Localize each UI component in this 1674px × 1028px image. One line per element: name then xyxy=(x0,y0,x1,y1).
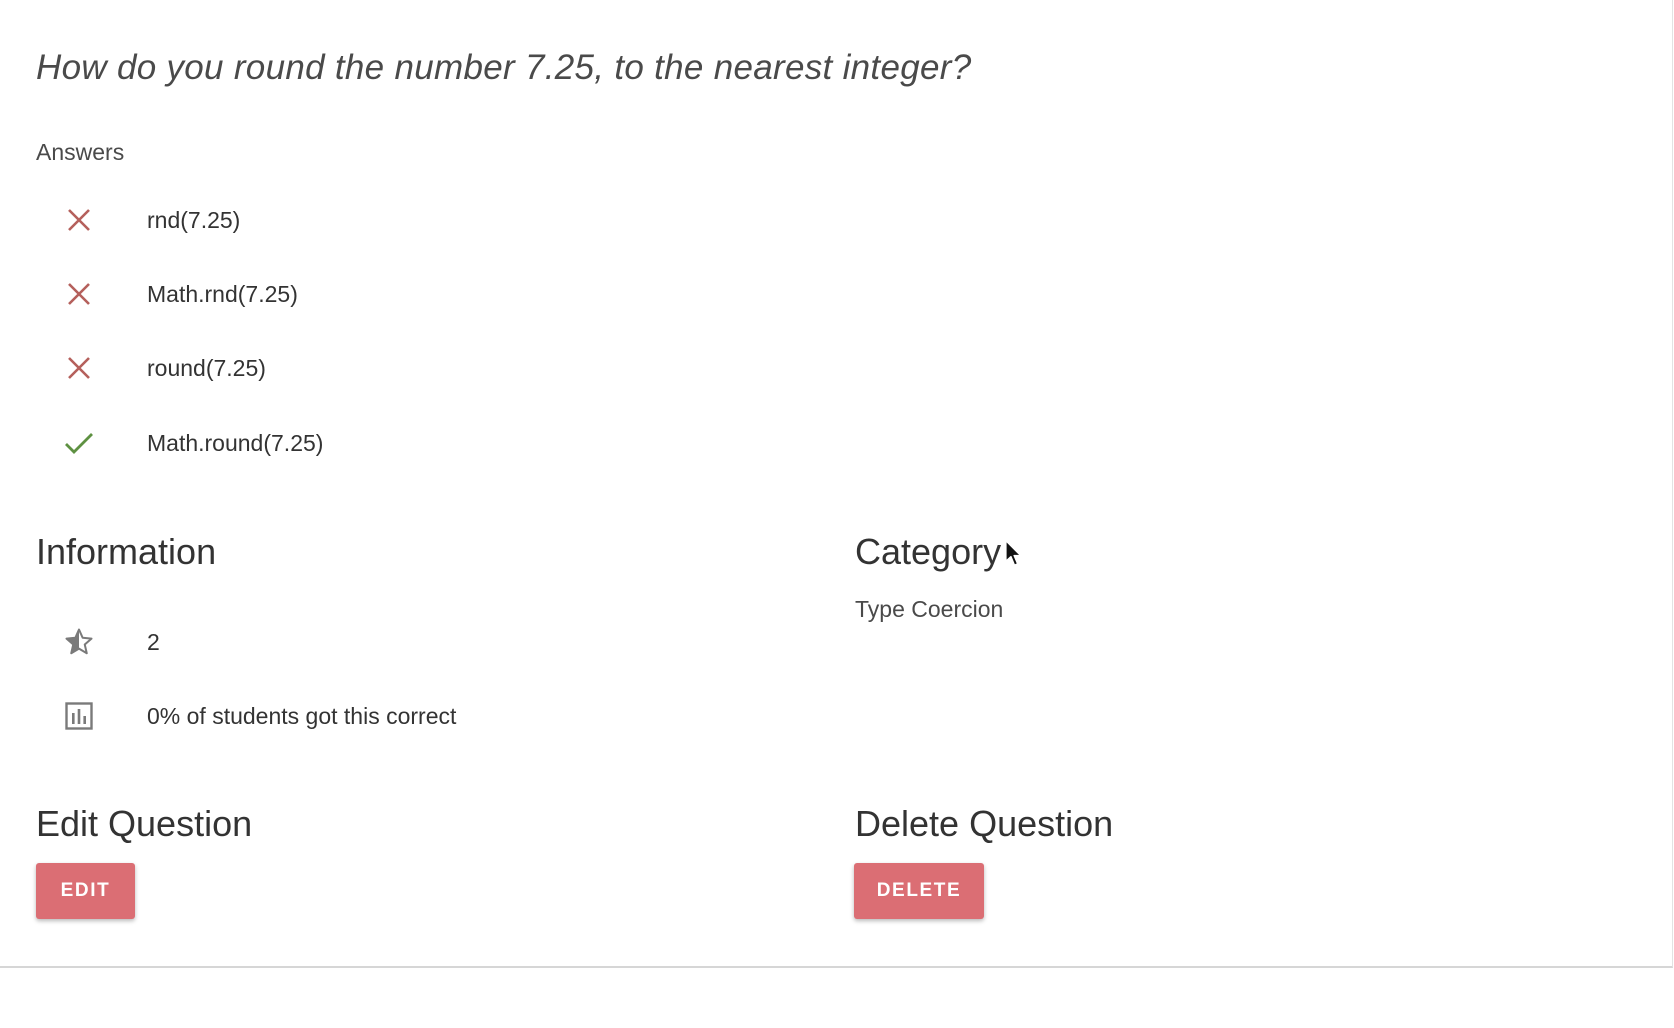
answer-text: rnd(7.25) xyxy=(147,206,241,233)
answers-label: Answers xyxy=(36,139,125,165)
information-title: Information xyxy=(36,531,217,572)
answer-text: Math.rnd(7.25) xyxy=(147,280,298,307)
delete-question-title: Delete Question xyxy=(855,803,1114,844)
stats-text: 0% of students got this correct xyxy=(147,702,457,729)
close-icon xyxy=(64,205,94,235)
close-icon xyxy=(64,353,94,383)
category-value: Type Coercion xyxy=(855,596,1004,622)
question-card: How do you round the number 7.25, to the… xyxy=(0,0,1673,968)
close-icon xyxy=(64,279,94,309)
bar-chart-icon xyxy=(64,701,94,731)
answer-text: round(7.25) xyxy=(147,354,266,381)
edit-question-title: Edit Question xyxy=(36,803,253,844)
check-icon xyxy=(64,428,94,458)
difficulty-value: 2 xyxy=(147,628,160,655)
category-title: Category xyxy=(855,531,1002,572)
star-half-icon xyxy=(64,627,94,657)
delete-button[interactable]: DELETE xyxy=(854,863,984,919)
edit-button[interactable]: EDIT xyxy=(36,863,135,919)
answer-text: Math.round(7.25) xyxy=(147,429,324,456)
question-text: How do you round the number 7.25, to the… xyxy=(36,48,972,87)
mouse-cursor-icon xyxy=(1005,540,1023,573)
